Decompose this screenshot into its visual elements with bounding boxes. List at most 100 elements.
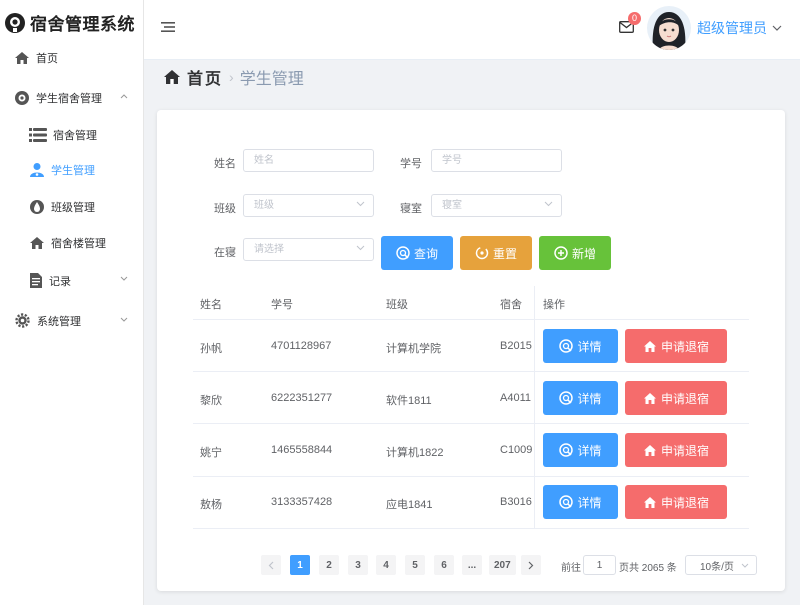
checkout-button[interactable]: 申请退宿 <box>625 381 727 415</box>
search-icon <box>559 495 574 509</box>
sidebar-item-records[interactable]: 记录 <box>29 272 144 289</box>
sidebar: 宿舍管理系统 首页 学生宿舍管理 宿舍管理 学生管理 班级管理 宿舍楼管理 记录… <box>0 0 144 605</box>
cell-name: 姚宁 <box>200 447 222 459</box>
detail-button[interactable]: 详情 <box>543 485 618 519</box>
student-id-label: 学号 <box>400 158 422 170</box>
cell-student-id: 4701128967 <box>271 340 332 352</box>
gear-icon <box>14 312 31 329</box>
cell-student-id: 6222351277 <box>271 392 333 404</box>
user-icon <box>29 162 45 178</box>
page-size-select[interactable]: 10条/页 <box>685 555 757 575</box>
next-page-button[interactable] <box>521 555 541 575</box>
cell-room: A4011 <box>500 392 531 404</box>
page-ellipsis-button[interactable]: ... <box>462 555 482 575</box>
table-divider <box>193 476 749 477</box>
chevron-down-icon <box>120 276 128 282</box>
app-logo[interactable]: 宿舍管理系统 <box>4 10 135 35</box>
logo-icon <box>4 12 26 34</box>
prev-page-button[interactable] <box>261 555 281 575</box>
name-label: 姓名 <box>214 158 236 170</box>
cell-name: 黎欣 <box>200 395 222 407</box>
search-icon <box>559 443 574 457</box>
home-icon <box>29 236 45 250</box>
cell-student-id: 3133357428 <box>271 496 333 508</box>
class-label: 班级 <box>214 203 236 215</box>
table-divider <box>193 528 749 529</box>
page-last-button[interactable]: 207 <box>489 555 516 575</box>
cell-name: 敖杨 <box>200 499 222 511</box>
page-2-button[interactable]: 2 <box>319 555 339 575</box>
sidebar-item-label: 系统管理 <box>37 315 81 328</box>
reset-button[interactable]: 重置 <box>460 236 532 270</box>
checkout-button[interactable]: 申请退宿 <box>625 329 727 363</box>
column-header-actions: 操作 <box>543 299 565 311</box>
sidebar-item-dorm[interactable]: 宿舍管理 <box>29 127 97 143</box>
student-id-input[interactable]: 学号 <box>431 149 562 172</box>
checkout-button[interactable]: 申请退宿 <box>625 485 727 519</box>
room-label: 寝室 <box>400 203 422 215</box>
room-select[interactable]: 寝室 <box>431 194 562 217</box>
page-1-button[interactable]: 1 <box>290 555 310 575</box>
search-icon <box>396 246 410 260</box>
sidebar-item-buildings[interactable]: 宿舍楼管理 <box>29 235 106 251</box>
goto-page-input[interactable]: 1 <box>583 555 616 575</box>
breadcrumb-home[interactable]: 首页 <box>187 65 223 89</box>
sidebar-item-classes[interactable]: 班级管理 <box>29 199 95 215</box>
sidebar-item-students[interactable]: 学生管理 <box>29 162 95 178</box>
chevron-up-icon <box>120 93 128 99</box>
breadcrumb-current: 学生管理 <box>239 71 304 88</box>
checkout-button[interactable]: 申请退宿 <box>625 433 727 467</box>
column-divider <box>534 286 535 529</box>
total-count: 页共 2065 条 <box>619 563 677 574</box>
sidebar-item-label: 学生宿舍管理 <box>36 93 102 105</box>
cell-class: 软件1811 <box>386 395 432 407</box>
app-title: 宿舍管理系统 <box>30 15 135 34</box>
student-management-card: 姓名 姓名 学号 学号 班级 班级 寝室 寝室 在寝 请选择 查询 重置 新增 … <box>157 110 785 591</box>
chevron-down-icon <box>741 563 749 568</box>
page-6-button[interactable]: 6 <box>434 555 454 575</box>
chevron-down-icon <box>120 317 128 323</box>
cell-room: B2015 <box>500 340 532 352</box>
avatar[interactable] <box>647 6 691 50</box>
page-3-button[interactable]: 3 <box>348 555 368 575</box>
goto-label: 前往 <box>561 563 581 574</box>
detail-button[interactable]: 详情 <box>543 433 618 467</box>
add-button[interactable]: 新增 <box>539 236 611 270</box>
chevron-down-icon <box>356 245 365 251</box>
chevron-down-icon <box>356 201 365 207</box>
sidebar-item-dorm-group[interactable]: 学生宿舍管理 <box>14 90 144 106</box>
menu-toggle-icon[interactable] <box>161 21 175 33</box>
in-dorm-select[interactable]: 请选择 <box>243 238 374 261</box>
sidebar-item-home[interactable]: 首页 <box>14 50 58 66</box>
name-input[interactable]: 姓名 <box>243 149 374 172</box>
document-icon <box>29 272 43 289</box>
detail-button[interactable]: 详情 <box>543 329 618 363</box>
cell-class: 应电1841 <box>386 499 433 511</box>
column-header-student-id: 学号 <box>271 299 293 311</box>
in-dorm-label: 在寝 <box>214 247 236 259</box>
chevron-down-icon <box>544 201 553 207</box>
cell-class: 计算机1822 <box>386 447 444 459</box>
cell-student-id: 1465558844 <box>271 444 333 456</box>
sidebar-item-system[interactable]: 系统管理 <box>14 312 144 329</box>
table-divider <box>193 319 749 320</box>
sidebar-item-label: 学生管理 <box>51 165 95 177</box>
query-button[interactable]: 查询 <box>381 236 453 270</box>
username: 超级管理员 <box>697 20 767 36</box>
search-icon <box>559 339 574 353</box>
target-icon <box>14 90 30 106</box>
detail-button[interactable]: 详情 <box>543 381 618 415</box>
table-divider <box>193 371 749 372</box>
search-icon <box>559 391 574 405</box>
cell-room: C1009 <box>500 444 533 456</box>
breadcrumb-separator: › <box>229 69 234 85</box>
sidebar-item-label: 宿舍管理 <box>53 130 97 142</box>
page-4-button[interactable]: 4 <box>376 555 396 575</box>
sidebar-item-label: 记录 <box>49 275 71 288</box>
page-5-button[interactable]: 5 <box>405 555 425 575</box>
list-icon <box>29 128 47 142</box>
cell-room: B3016 <box>500 496 532 508</box>
reset-icon <box>475 246 489 260</box>
user-menu[interactable]: 超级管理员 <box>697 18 782 38</box>
class-select[interactable]: 班级 <box>243 194 374 217</box>
